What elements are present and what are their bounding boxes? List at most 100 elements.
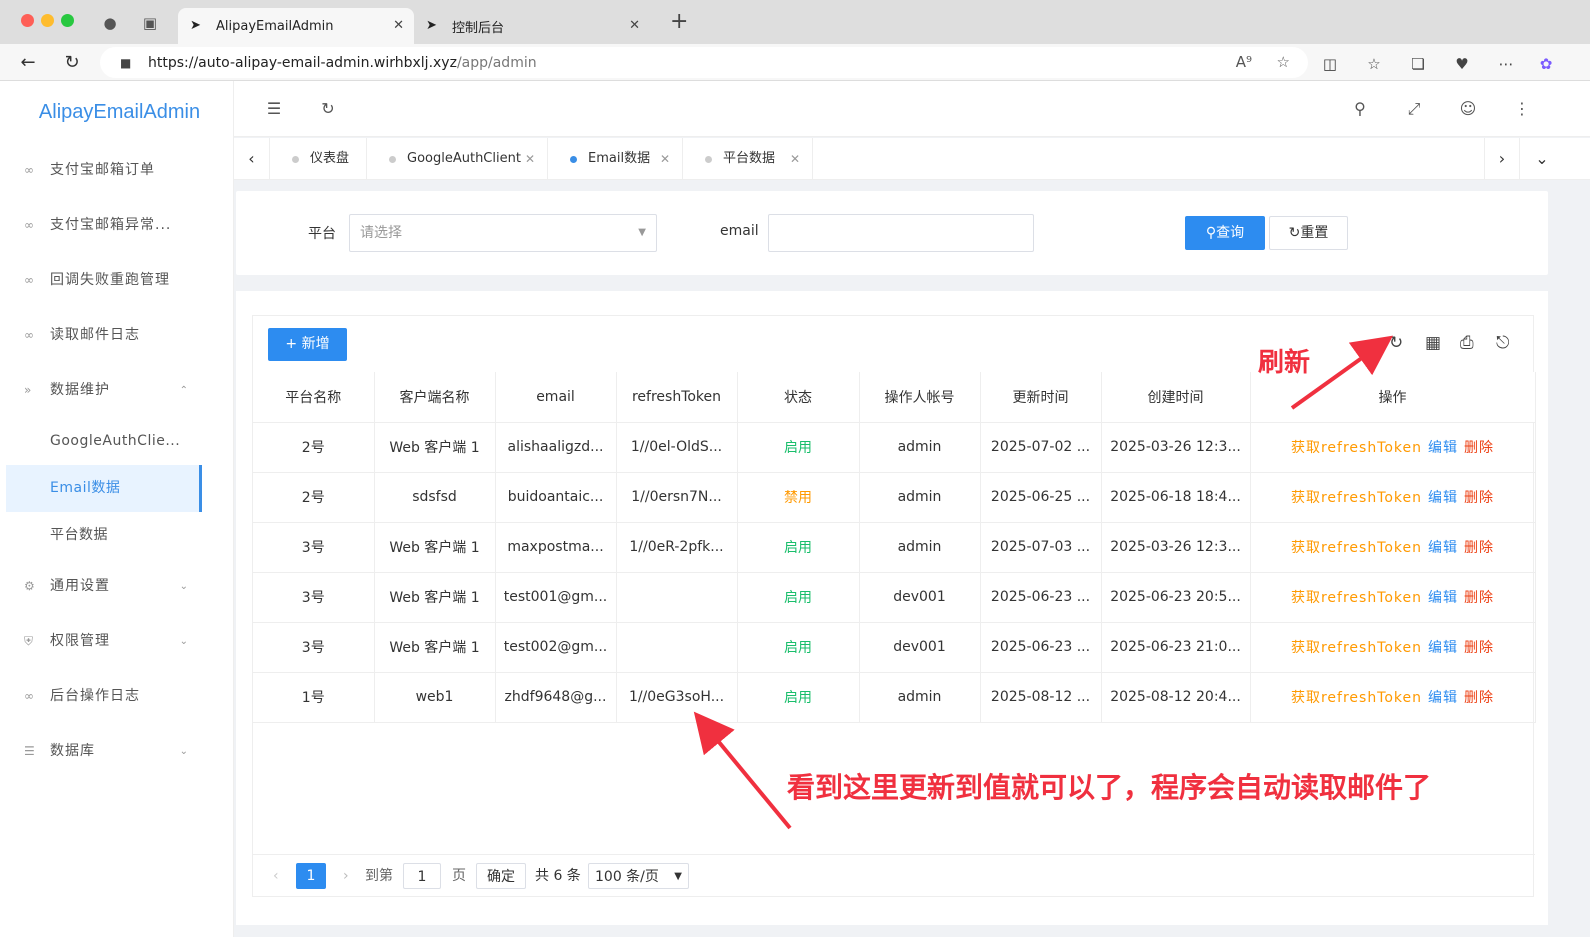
sidebar-subitem-googleauthclient[interactable]: GoogleAuthClie... — [6, 418, 202, 465]
column-header[interactable]: 操作人帐号 — [859, 372, 981, 423]
close-tag-icon[interactable]: ✕ — [525, 138, 535, 180]
column-header[interactable]: email — [495, 372, 617, 423]
performance-icon[interactable]: ♥ — [1452, 54, 1472, 74]
table-row: 3号 Web 客户端 1 maxpostma... 1//0eR-2pfk...… — [253, 522, 1536, 573]
prev-page-icon[interactable]: ‹ — [273, 863, 279, 889]
print-icon[interactable]: ⎙ — [1460, 333, 1474, 353]
close-tag-icon[interactable]: ✕ — [790, 138, 800, 180]
refresh-page-icon[interactable]: ↻ — [318, 99, 338, 118]
user-icon[interactable]: ☺ — [1458, 99, 1478, 118]
search-icon: ⚲ — [1205, 225, 1217, 241]
sidebar-item-general-settings[interactable]: ⚙ 通用设置 ⌄ — [6, 559, 233, 614]
reset-button[interactable]: ↻重置 — [1269, 216, 1348, 250]
back-icon[interactable]: ← — [16, 51, 40, 75]
new-tab-button[interactable]: + — [670, 11, 688, 33]
profile-icon[interactable]: ● — [100, 13, 120, 33]
link-icon: ∞ — [24, 218, 35, 232]
browser-tab[interactable]: ➤ 控制后台 ✕ — [414, 8, 650, 44]
column-header[interactable]: 状态 — [737, 372, 860, 423]
tag-email-data[interactable]: Email数据 ✕ — [548, 138, 683, 180]
link-icon: ∞ — [24, 689, 35, 703]
page-number-current[interactable]: 1 — [296, 863, 326, 889]
get-refresh-token-link[interactable]: 获取refreshToken — [1291, 590, 1422, 606]
column-header[interactable]: 客户端名称 — [374, 372, 496, 423]
query-button[interactable]: ⚲查询 — [1185, 216, 1265, 250]
refresh-icon[interactable]: ↻ — [1389, 333, 1403, 353]
search-icon[interactable]: ⚲ — [1350, 99, 1370, 118]
next-page-icon[interactable]: › — [343, 863, 349, 889]
get-refresh-token-link[interactable]: 获取refreshToken — [1291, 540, 1422, 556]
collections-icon[interactable]: ❏ — [1408, 54, 1428, 74]
get-refresh-token-link[interactable]: 获取refreshToken — [1291, 640, 1422, 656]
sidebar-item-alipay-orders[interactable]: ∞ 支付宝邮箱订单 — [6, 143, 233, 198]
goto-page-input[interactable]: 1 — [403, 863, 441, 889]
close-tag-icon[interactable]: ✕ — [660, 138, 670, 180]
edit-link[interactable]: 编辑 — [1428, 490, 1458, 506]
tag-platform-data[interactable]: 平台数据 ✕ — [683, 138, 813, 180]
get-refresh-token-link[interactable]: 获取refreshToken — [1291, 440, 1422, 456]
cell-token: 1//0ersn7N... — [616, 472, 738, 523]
sidebar-item-alipay-exceptions[interactable]: ∞ 支付宝邮箱异常... — [6, 198, 233, 253]
columns-icon[interactable]: ▦ — [1425, 333, 1441, 353]
tag-googleauthclient[interactable]: GoogleAuthClient ✕ — [367, 138, 548, 180]
maximize-window-button[interactable] — [61, 14, 74, 27]
sidebar-subitem-platform-data[interactable]: 平台数据 — [6, 512, 202, 559]
close-tab-icon[interactable]: ✕ — [629, 18, 640, 33]
url-path: /app/admin — [456, 54, 537, 71]
add-button[interactable]: + 新增 — [268, 328, 347, 361]
goto-confirm-button[interactable]: 确定 — [476, 863, 526, 889]
column-header[interactable]: 平台名称 — [253, 372, 375, 423]
favorite-star-icon[interactable]: ☆ — [1277, 53, 1290, 71]
column-header[interactable]: refreshToken — [616, 372, 738, 423]
read-aloud-icon[interactable]: A⁹ — [1236, 53, 1252, 71]
get-refresh-token-link[interactable]: 获取refreshToken — [1291, 490, 1422, 506]
browser-tab-active[interactable]: ➤ AlipayEmailAdmin ✕ — [178, 8, 414, 44]
get-refresh-token-link[interactable]: 获取refreshToken — [1291, 690, 1422, 706]
delete-link[interactable]: 删除 — [1464, 640, 1494, 656]
delete-link[interactable]: 删除 — [1464, 490, 1494, 506]
sidebar-item-data-maintenance[interactable]: » 数据维护 ⌃ — [6, 363, 233, 418]
table-row: 3号 Web 客户端 1 test001@gm... 启用 dev001 202… — [253, 572, 1536, 623]
url-field[interactable]: ■ https://auto-alipay-email-admin.wirhbx… — [100, 47, 1308, 78]
edit-link[interactable]: 编辑 — [1428, 540, 1458, 556]
tab-actions-icon[interactable]: ▣ — [140, 13, 160, 33]
more-vertical-icon[interactable]: ⋮ — [1512, 99, 1532, 118]
page-size-select[interactable]: 100 条/页 ▼ — [588, 863, 689, 889]
chevron-left-icon[interactable]: ‹ — [234, 138, 270, 180]
edit-link[interactable]: 编辑 — [1428, 590, 1458, 606]
delete-link[interactable]: 删除 — [1464, 540, 1494, 556]
app-logo[interactable]: AlipayEmailAdmin — [6, 81, 233, 143]
sidebar-item-callback-rerun[interactable]: ∞ 回调失败重跑管理 — [6, 253, 233, 308]
sidebar-item-label: 支付宝邮箱异常... — [50, 217, 172, 233]
edit-link[interactable]: 编辑 — [1428, 640, 1458, 656]
menu-collapse-icon[interactable]: ☰ — [264, 99, 284, 118]
reload-icon[interactable]: ↻ — [60, 51, 84, 75]
sidebar-item-permissions[interactable]: ⛨ 权限管理 ⌄ — [6, 614, 233, 669]
delete-link[interactable]: 删除 — [1464, 590, 1494, 606]
sidebar-item-mail-log[interactable]: ∞ 读取邮件日志 — [6, 308, 233, 363]
split-screen-icon[interactable]: ◫ — [1320, 54, 1340, 74]
fullscreen-icon[interactable]: ⤢ — [1404, 99, 1424, 119]
copilot-icon[interactable]: ✿ — [1536, 54, 1556, 74]
email-input[interactable] — [768, 214, 1034, 252]
favorites-icon[interactable]: ☆ — [1364, 54, 1384, 74]
cell-email: zhdf9648@g... — [495, 672, 617, 723]
tag-dashboard[interactable]: 仪表盘 — [270, 138, 367, 180]
platform-select[interactable]: 请选择 ▼ — [349, 214, 657, 252]
edit-link[interactable]: 编辑 — [1428, 440, 1458, 456]
delete-link[interactable]: 删除 — [1464, 690, 1494, 706]
more-menu-icon[interactable]: ⋯ — [1496, 54, 1516, 74]
sidebar-item-database[interactable]: ☰ 数据库 ⌄ — [6, 724, 233, 779]
column-header[interactable]: 创建时间 — [1101, 372, 1251, 423]
delete-link[interactable]: 删除 — [1464, 440, 1494, 456]
edit-link[interactable]: 编辑 — [1428, 690, 1458, 706]
close-tab-icon[interactable]: ✕ — [393, 18, 404, 33]
sidebar-item-operation-log[interactable]: ∞ 后台操作日志 — [6, 669, 233, 724]
column-header[interactable]: 更新时间 — [980, 372, 1102, 423]
chevron-right-icon[interactable]: › — [1484, 138, 1520, 180]
export-icon[interactable]: ⎋ — [1496, 333, 1509, 353]
minimize-window-button[interactable] — [41, 14, 54, 27]
close-window-button[interactable] — [21, 14, 34, 27]
sidebar-subitem-email-data[interactable]: Email数据 — [6, 465, 202, 512]
chevron-down-icon[interactable]: ⌄ — [1524, 138, 1560, 180]
